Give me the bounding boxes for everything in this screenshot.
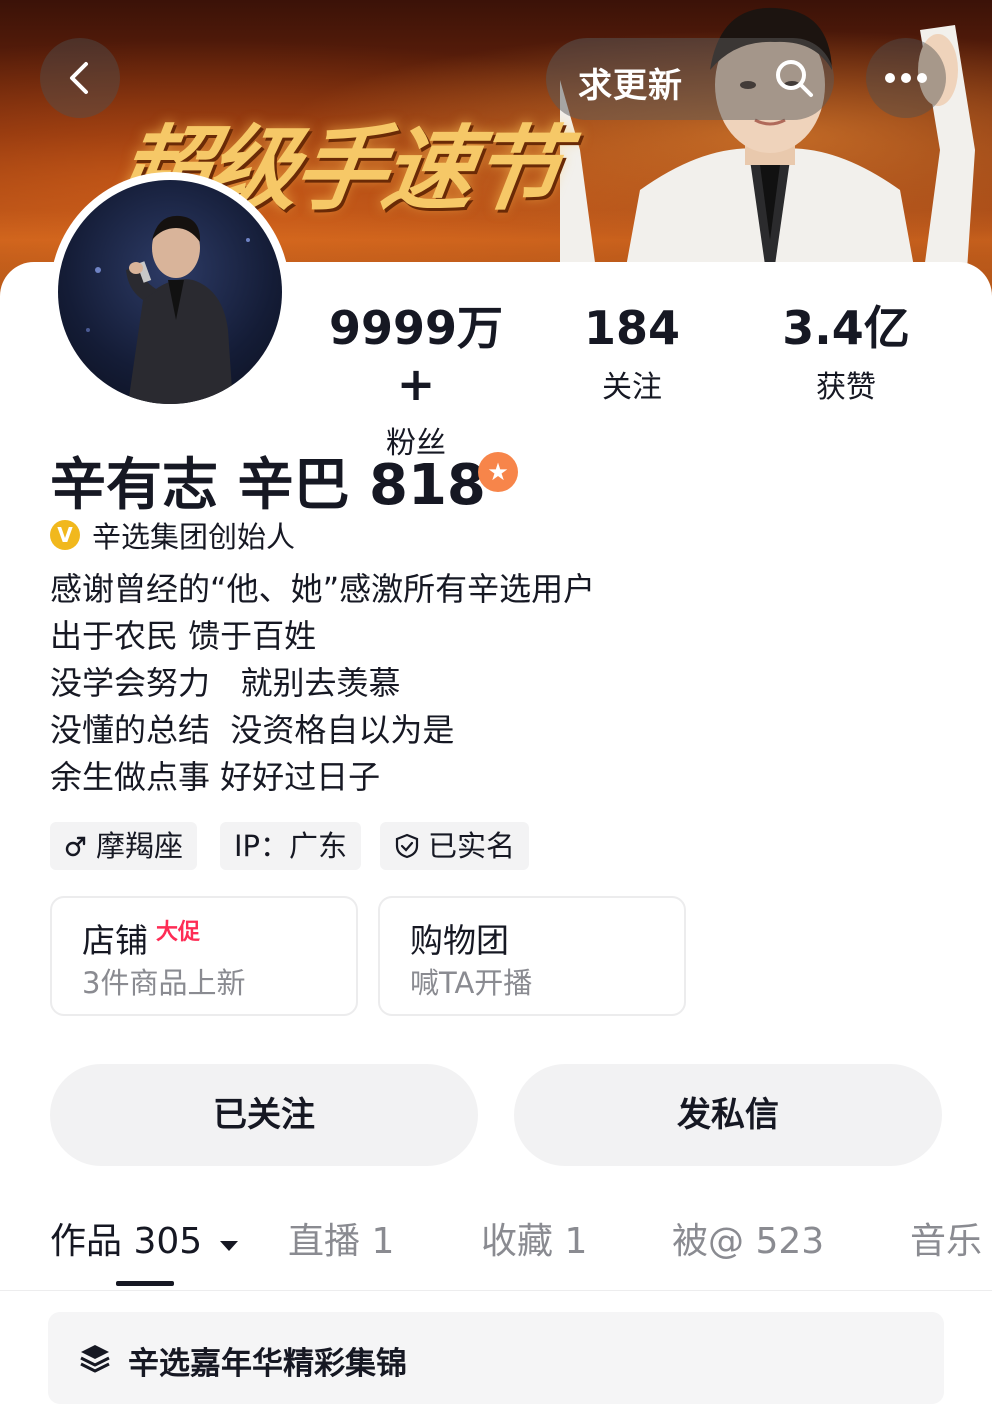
avatar[interactable]	[58, 180, 282, 404]
stat-label: 关注	[602, 370, 662, 405]
profile-name: 辛有志 辛巴 818	[50, 453, 486, 518]
more-button[interactable]	[866, 38, 946, 118]
star-icon[interactable]: ★	[478, 452, 518, 492]
tag-ip: IP：广东	[220, 822, 362, 870]
tabs-divider	[0, 1290, 992, 1291]
tag-zodiac: 摩羯座	[50, 822, 198, 870]
request-update-button[interactable]: 求更新	[578, 58, 683, 107]
search-button[interactable]	[754, 38, 834, 118]
back-button[interactable]	[40, 38, 120, 118]
shop-card[interactable]: 店铺 大促 3件商品上新	[50, 896, 358, 1016]
stat-value: 3.4亿	[782, 301, 910, 355]
card-title-text: 店铺	[82, 921, 148, 960]
tab-music[interactable]: 音乐	[910, 1212, 982, 1264]
shopping-group-card[interactable]: 购物团 喊TA开播	[378, 896, 686, 1016]
card-title: 店铺 大促	[82, 914, 200, 962]
tag-real-name[interactable]: 已实名	[380, 822, 530, 870]
avatar-image	[86, 215, 250, 404]
active-tab-indicator	[116, 1281, 174, 1286]
verified-icon: V	[50, 520, 80, 550]
stat-likes[interactable]: 3.4亿 获赞	[746, 300, 946, 406]
stat-value: 9999万+	[328, 301, 504, 411]
shield-check-icon	[395, 833, 419, 859]
verification-row: V 辛选集团创始人	[50, 514, 295, 556]
card-title: 购物团	[410, 921, 509, 960]
tab-label: 作品 305	[50, 1221, 203, 1262]
card-subtitle: 3件商品上新	[82, 966, 246, 1000]
tab-live[interactable]: 直播 1	[288, 1212, 394, 1264]
tag-text: 摩羯座	[96, 829, 184, 863]
card-subtitle: 喊TA开播	[410, 966, 533, 1000]
male-icon	[65, 836, 86, 857]
bio-line: 余生做点事 好好过日子	[50, 758, 381, 796]
tab-mentions[interactable]: 被@ 523	[672, 1212, 824, 1264]
content-tabs: 作品 305 直播 1 收藏 1 被@ 523 音乐	[0, 1212, 992, 1290]
tab-works[interactable]: 作品 305	[50, 1212, 240, 1264]
followed-button[interactable]: 已关注	[50, 1064, 478, 1166]
stat-label: 获赞	[816, 370, 876, 405]
verification-text: 辛选集团创始人	[92, 520, 296, 554]
promo-badge: 大促	[156, 920, 201, 945]
tab-favorites[interactable]: 收藏 1	[481, 1212, 587, 1264]
stat-following[interactable]: 184 关注	[532, 300, 732, 406]
bio-line: 感谢曾经的“他、她”感激所有辛选用户	[50, 570, 596, 608]
search-icon	[776, 60, 813, 97]
bio-line: 出于农民 馈于百姓	[50, 617, 317, 655]
collection-banner[interactable]: 辛选嘉年华精彩集锦	[48, 1312, 944, 1404]
send-message-button[interactable]: 发私信	[514, 1064, 942, 1166]
chevron-left-icon	[70, 62, 88, 94]
more-icon	[885, 73, 927, 83]
layers-icon	[80, 1345, 110, 1373]
caret-down-icon	[219, 1241, 238, 1251]
tag-text: IP：广东	[234, 829, 348, 863]
bio-line: 没学会努力 就别去羡慕	[50, 664, 401, 702]
profile-bio: 感谢曾经的“他、她”感激所有辛选用户 出于农民 馈于百姓 没学会努力 就别去羡慕…	[50, 566, 595, 801]
collection-label: 辛选嘉年华精彩集锦	[128, 1346, 407, 1382]
tag-text: 已实名	[428, 829, 516, 863]
stat-value: 184	[583, 301, 681, 355]
stat-followers[interactable]: 9999万+ 粉丝	[316, 300, 516, 462]
bio-line: 没懂的总结 没资格自以为是	[50, 711, 455, 749]
